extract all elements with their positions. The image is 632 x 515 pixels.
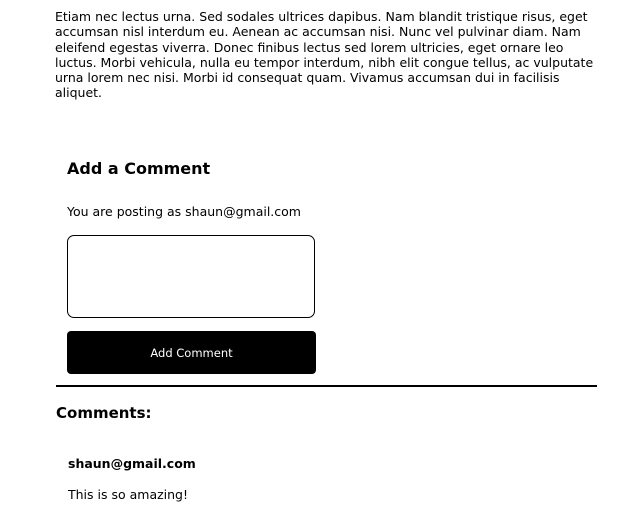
add-comment-button[interactable]: Add Comment — [67, 331, 316, 374]
add-comment-heading: Add a Comment — [67, 159, 211, 178]
article-body: Etiam nec lectus urna. Sed sodales ultri… — [55, 9, 594, 101]
posting-as-text: You are posting as shaun@gmail.com — [67, 204, 301, 219]
section-divider — [56, 385, 597, 387]
comment-textarea[interactable] — [67, 235, 315, 318]
comments-heading: Comments: — [56, 404, 152, 422]
comment-body: This is so amazing! — [68, 487, 189, 502]
comment-author: shaun@gmail.com — [68, 456, 196, 471]
add-comment-form: Add a Comment You are posting as shaun@g… — [67, 158, 317, 374]
comment-item: shaun@gmail.com This is so amazing! — [68, 455, 468, 502]
